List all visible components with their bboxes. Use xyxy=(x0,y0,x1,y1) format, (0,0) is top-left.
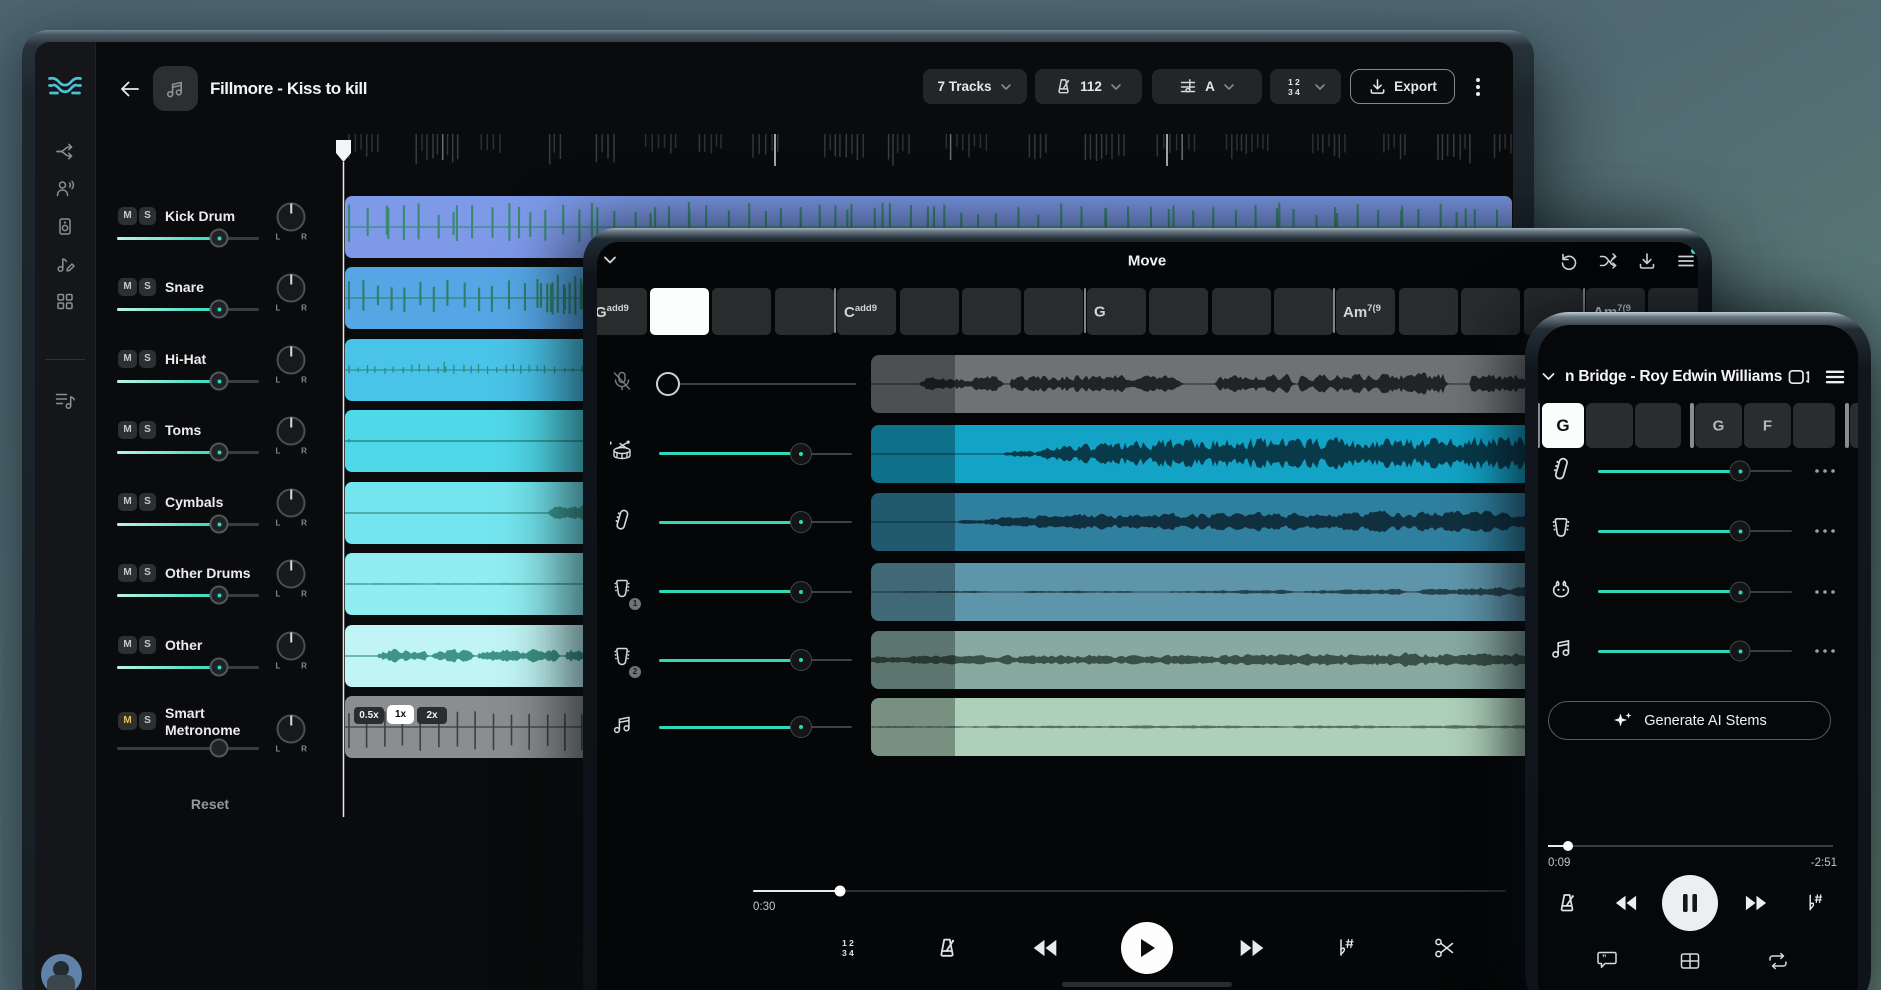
svg-text:4: 4 xyxy=(1295,87,1300,97)
svg-text:1: 1 xyxy=(1288,77,1293,87)
svg-text:2: 2 xyxy=(1295,77,1300,87)
svg-text:”: ” xyxy=(1602,953,1607,963)
svg-text:2: 2 xyxy=(849,938,854,948)
svg-text:1: 1 xyxy=(842,938,847,948)
svg-text:3: 3 xyxy=(1288,87,1293,97)
svg-text:3: 3 xyxy=(842,948,847,958)
svg-text:4: 4 xyxy=(849,948,854,958)
